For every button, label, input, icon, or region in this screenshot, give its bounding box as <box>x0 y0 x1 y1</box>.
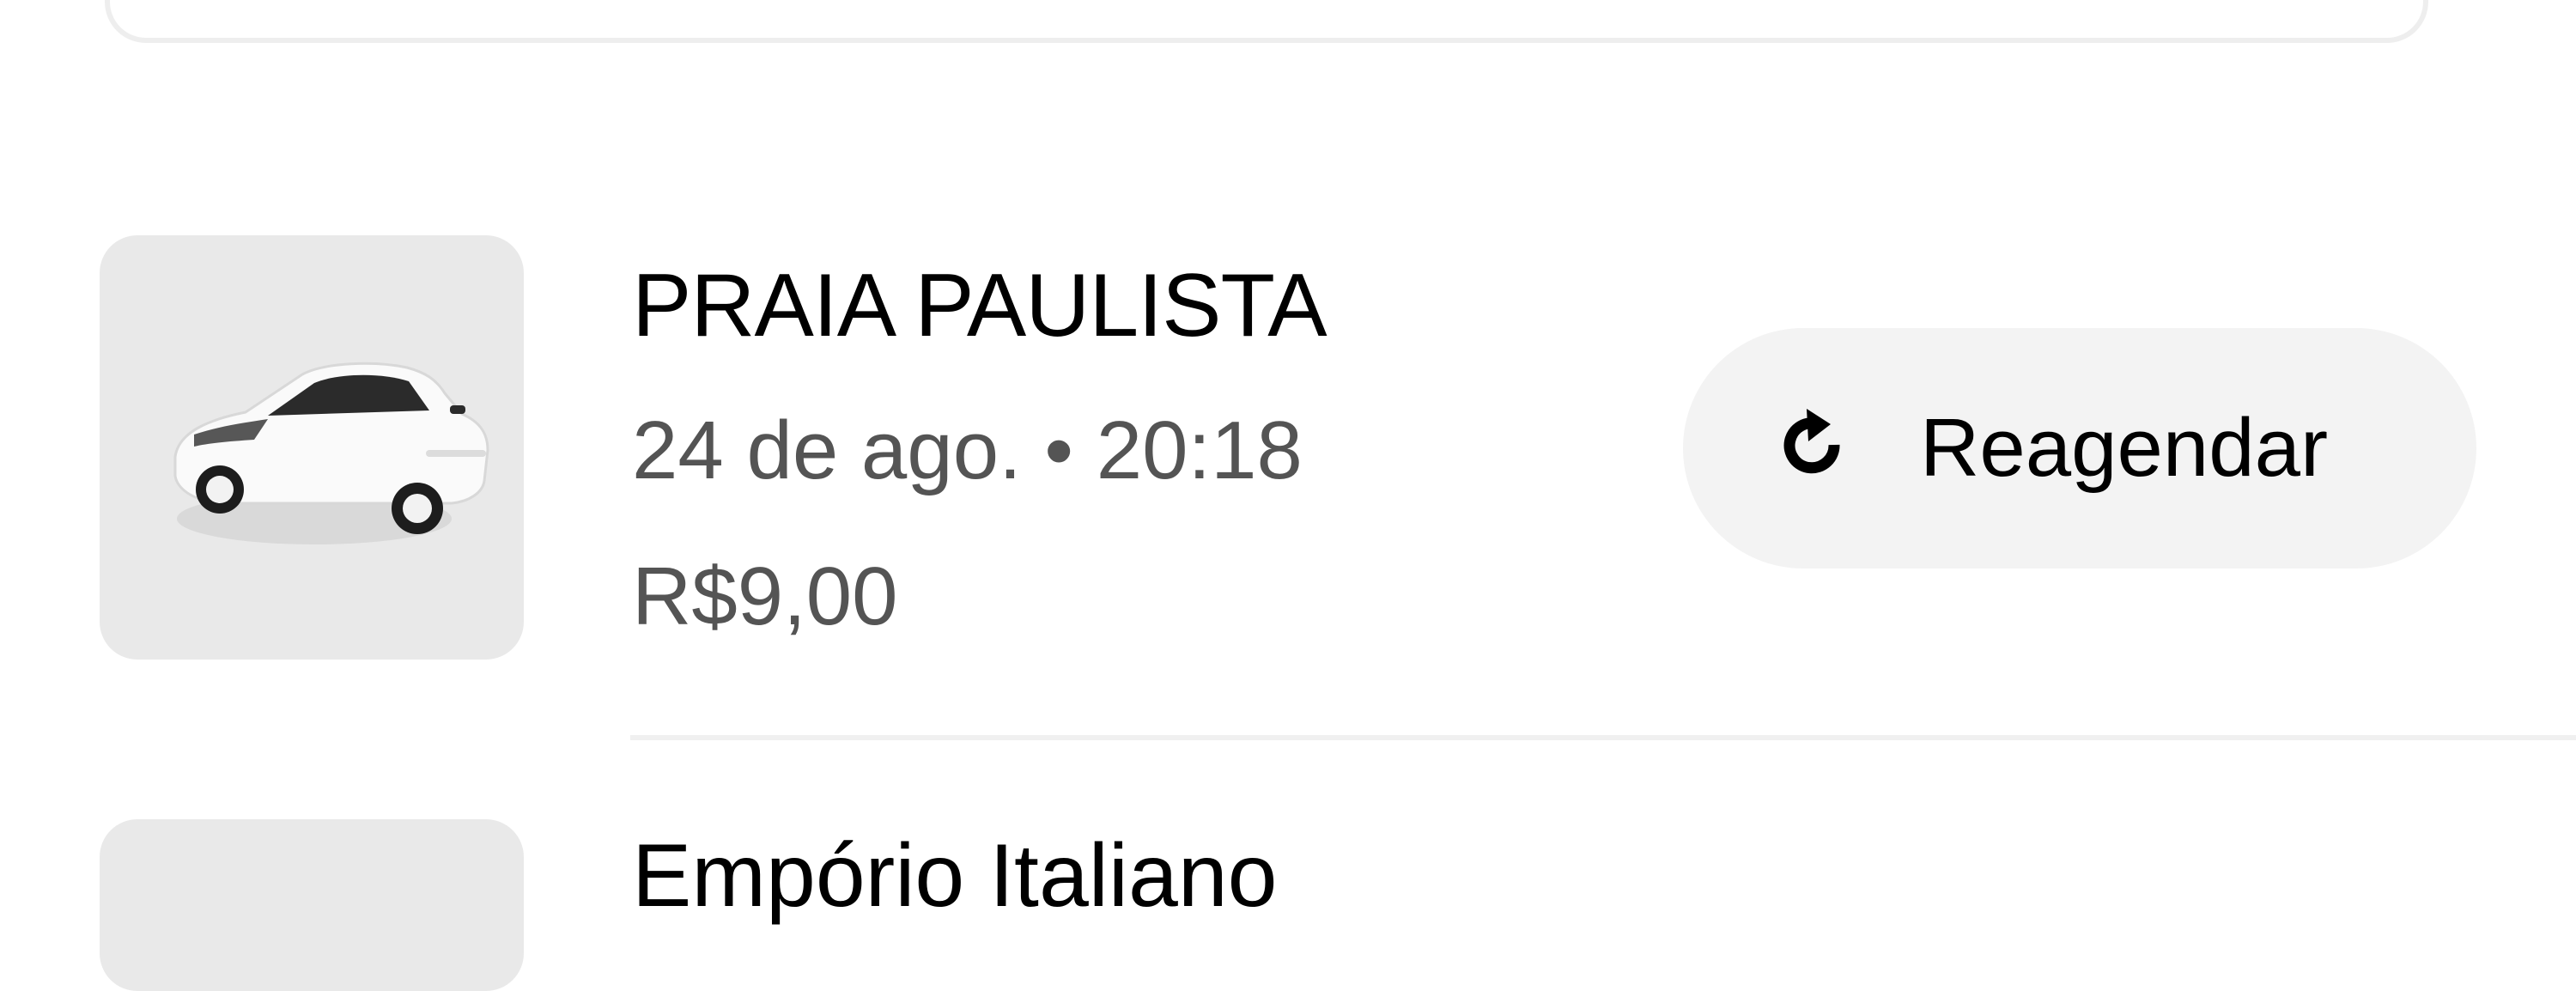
row-divider <box>630 735 2576 740</box>
next-trip-destination: Empório Italiano <box>632 826 1278 926</box>
refresh-icon <box>1783 409 1840 474</box>
car-icon <box>173 362 489 544</box>
rebook-label: Reagendar <box>1920 402 2329 494</box>
trip-destination: PRAIA PAULISTA <box>632 256 1327 356</box>
trip-datetime: 24 de ago. • 20:18 <box>632 404 1303 496</box>
trip-price: R$9,00 <box>632 550 898 642</box>
rebook-button[interactable]: Reagendar <box>1683 328 2476 568</box>
trip-row[interactable]: PRAIA PAULISTA 24 de ago. • 20:18 R$9,00… <box>0 0 2576 859</box>
vehicle-thumbnail <box>100 235 524 660</box>
next-trip-thumbnail <box>100 819 524 991</box>
